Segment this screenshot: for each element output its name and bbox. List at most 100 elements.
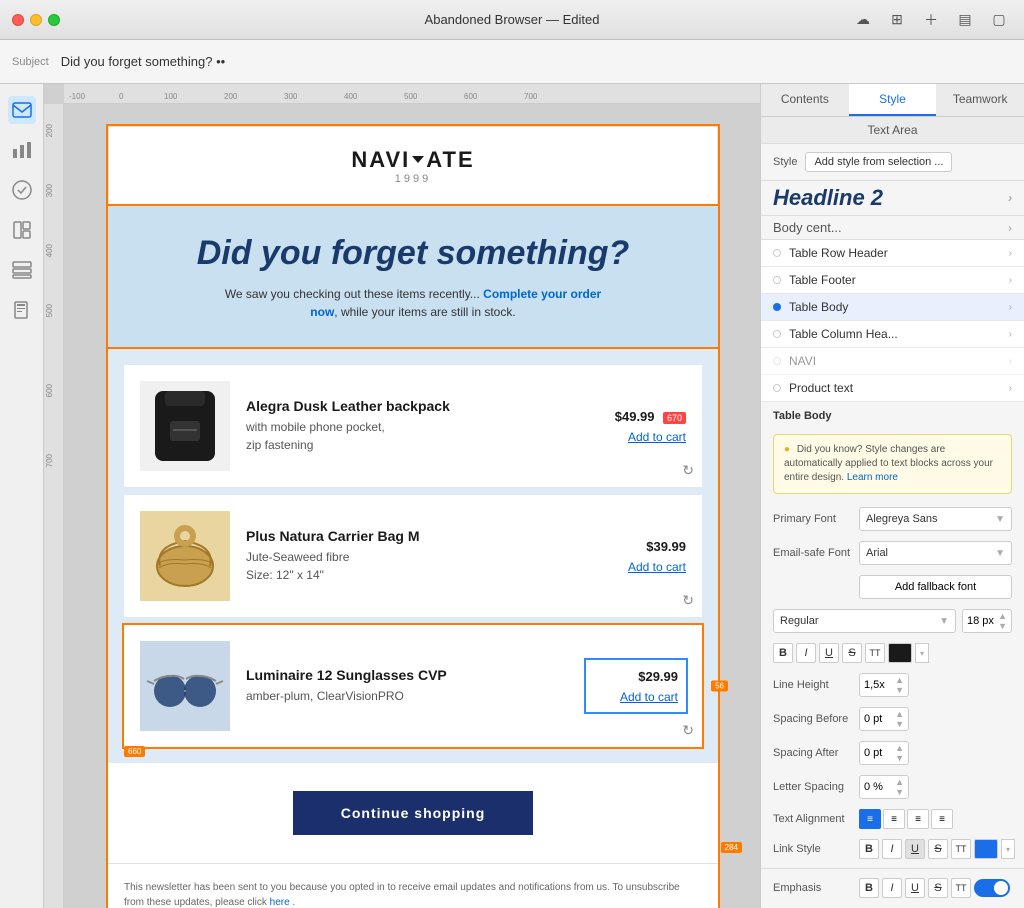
style-dot-active [773, 303, 781, 311]
product-name-1: Alegra Dusk Leather backpack [246, 398, 570, 414]
sidebar-stats-icon[interactable] [8, 136, 36, 164]
primary-font-select[interactable]: Alegreya Sans ▼ [859, 507, 1012, 531]
chevron-icon: › [1009, 248, 1012, 259]
font-weight-value: Regular [780, 615, 819, 627]
add-to-cart-1[interactable]: Add to cart [586, 430, 686, 444]
hero-text-end: , while your items are still in stock. [334, 305, 515, 319]
product-row-2[interactable]: Plus Natura Carrier Bag M Jute-Seaweed f… [124, 495, 702, 617]
canvas-area[interactable]: -100 0 100 200 300 400 500 600 700 200 3… [44, 84, 760, 908]
sidebar-pages-icon[interactable] [8, 296, 36, 324]
product-action-3[interactable]: $29.99 Add to cart [586, 660, 686, 712]
align-center-button[interactable]: ≡ [883, 809, 905, 829]
format-row: B I U S TT ▾ [761, 638, 1024, 668]
style-item-table-column[interactable]: Table Column Hea... › [761, 321, 1024, 348]
font-size-input[interactable]: 18 px ▲▼ [962, 609, 1012, 633]
window-title: Abandoned Browser — Edited [425, 12, 600, 27]
subject-label: Subject [12, 56, 49, 68]
spacing-before-input[interactable]: 0 pt ▲▼ [859, 707, 909, 731]
email-safe-select[interactable]: Arial ▼ [859, 541, 1012, 565]
link-color-toggle[interactable]: ▾ [1001, 839, 1015, 859]
minimize-button[interactable] [30, 14, 42, 26]
add-to-cart-2[interactable]: Add to cart [586, 560, 686, 574]
underline-button[interactable]: U [819, 643, 839, 663]
style-item-table-footer[interactable]: Table Footer › [761, 267, 1024, 294]
maximize-button[interactable] [48, 14, 60, 26]
caps-button[interactable]: TT [865, 643, 885, 663]
body-cent-preview[interactable]: Body cent... › [761, 216, 1024, 240]
align-justify-button[interactable]: ≡ [931, 809, 953, 829]
link-caps-button[interactable]: TT [951, 839, 971, 859]
color-toggle[interactable]: ▾ [915, 643, 929, 663]
link-color-swatch[interactable] [974, 839, 998, 859]
spacing-after-value: 0 pt [864, 747, 882, 759]
link-underline-button[interactable]: U [905, 839, 925, 859]
spacing-after-label: Spacing After [773, 747, 853, 759]
sidebar-template-icon[interactable] [8, 216, 36, 244]
link-strike-button[interactable]: S [928, 839, 948, 859]
email-canvas[interactable]: NAVI ATE 1999 Did you forget something? … [66, 106, 760, 908]
add-style-button[interactable]: Add style from selection ... [805, 152, 952, 172]
emphasis-toggle[interactable] [974, 879, 1010, 897]
add-to-cart-3[interactable]: Add to cart [594, 690, 678, 704]
spacing-before-value: 0 pt [864, 713, 882, 725]
strikethrough-button[interactable]: S [842, 643, 862, 663]
emphasis-underline-button[interactable]: U [905, 878, 925, 898]
refresh-icon-1[interactable]: ↻ [682, 462, 694, 479]
sidebar-check-icon[interactable] [8, 176, 36, 204]
refresh-icon-2[interactable]: ↻ [682, 592, 694, 609]
font-weight-select[interactable]: Regular ▼ [773, 609, 956, 633]
add-fallback-button[interactable]: Add fallback font [859, 575, 1012, 599]
product-row[interactable]: Alegra Dusk Leather backpack with mobile… [124, 365, 702, 487]
line-height-input[interactable]: 1,5x ▲▼ [859, 673, 909, 697]
emphasis-italic-button[interactable]: I [882, 878, 902, 898]
product-desc-3: amber-plum, ClearVisionPRO [246, 687, 570, 705]
emphasis-caps-button[interactable]: TT [951, 878, 971, 898]
link-bold-button[interactable]: B [859, 839, 879, 859]
layout-icon[interactable]: ▤ [956, 11, 974, 29]
tab-contents[interactable]: Contents [761, 84, 849, 116]
measure-284: 284 [721, 842, 742, 853]
emphasis-strike-button[interactable]: S [928, 878, 948, 898]
emphasis-bold-button[interactable]: B [859, 878, 879, 898]
close-button[interactable] [12, 14, 24, 26]
window-icon[interactable]: ▢ [990, 11, 1008, 29]
align-left-button[interactable]: ≡ [859, 809, 881, 829]
tab-teamwork[interactable]: Teamwork [936, 84, 1024, 116]
text-color-swatch[interactable] [888, 643, 912, 663]
refresh-icon-3[interactable]: ↻ [682, 722, 694, 739]
text-alignment-label: Text Alignment [773, 813, 853, 825]
style-item-navi[interactable]: NAVI › [761, 348, 1024, 375]
link-italic-button[interactable]: I [882, 839, 902, 859]
spinner-icon: ▲▼ [895, 675, 904, 695]
letter-spacing-value: 0 % [864, 781, 883, 793]
tab-style[interactable]: Style [849, 84, 937, 116]
cloud-icon[interactable]: ☁ [854, 11, 872, 29]
style-item-table-body[interactable]: Table Body › [761, 294, 1024, 321]
cta-button[interactable]: Continue shopping [293, 791, 534, 835]
style-item-label: Table Row Header [789, 246, 1009, 260]
hero-section[interactable]: Did you forget something? We saw you che… [108, 206, 718, 349]
learn-more-link[interactable]: Learn more [847, 472, 898, 483]
footer-link[interactable]: here [270, 897, 290, 908]
spinner-icon: ▲▼ [895, 743, 904, 763]
bold-button[interactable]: B [773, 643, 793, 663]
ruler-vertical: 200 300 400 500 600 700 [44, 104, 64, 908]
headline-preview[interactable]: Headline 2 › [761, 181, 1024, 216]
style-item-product-text[interactable]: Product text › [761, 375, 1024, 402]
letter-spacing-input[interactable]: 0 % ▲▼ [859, 775, 909, 799]
grid-icon[interactable]: ⊞ [888, 11, 906, 29]
align-right-button[interactable]: ≡ [907, 809, 929, 829]
email-outer-selection[interactable]: NAVI ATE 1999 Did you forget something? … [108, 126, 718, 908]
product-row-3[interactable]: Luminaire 12 Sunglasses CVP amber-plum, … [124, 625, 702, 747]
spacing-after-input[interactable]: 0 pt ▲▼ [859, 741, 909, 765]
brand-year: 1999 [129, 173, 697, 185]
sidebar-email-icon[interactable] [8, 96, 36, 124]
subject-value[interactable]: Did you forget something? •• [61, 54, 225, 69]
style-item-table-row-header[interactable]: Table Row Header › [761, 240, 1024, 267]
italic-button[interactable]: I [796, 643, 816, 663]
product-row-3-wrapper: Luminaire 12 Sunglasses CVP amber-plum, … [124, 625, 702, 747]
weight-size-row: Regular ▼ 18 px ▲▼ [761, 604, 1024, 638]
add-icon[interactable]: ＋ [922, 11, 940, 29]
sidebar-layers-icon[interactable] [8, 256, 36, 284]
traffic-lights [12, 14, 60, 26]
